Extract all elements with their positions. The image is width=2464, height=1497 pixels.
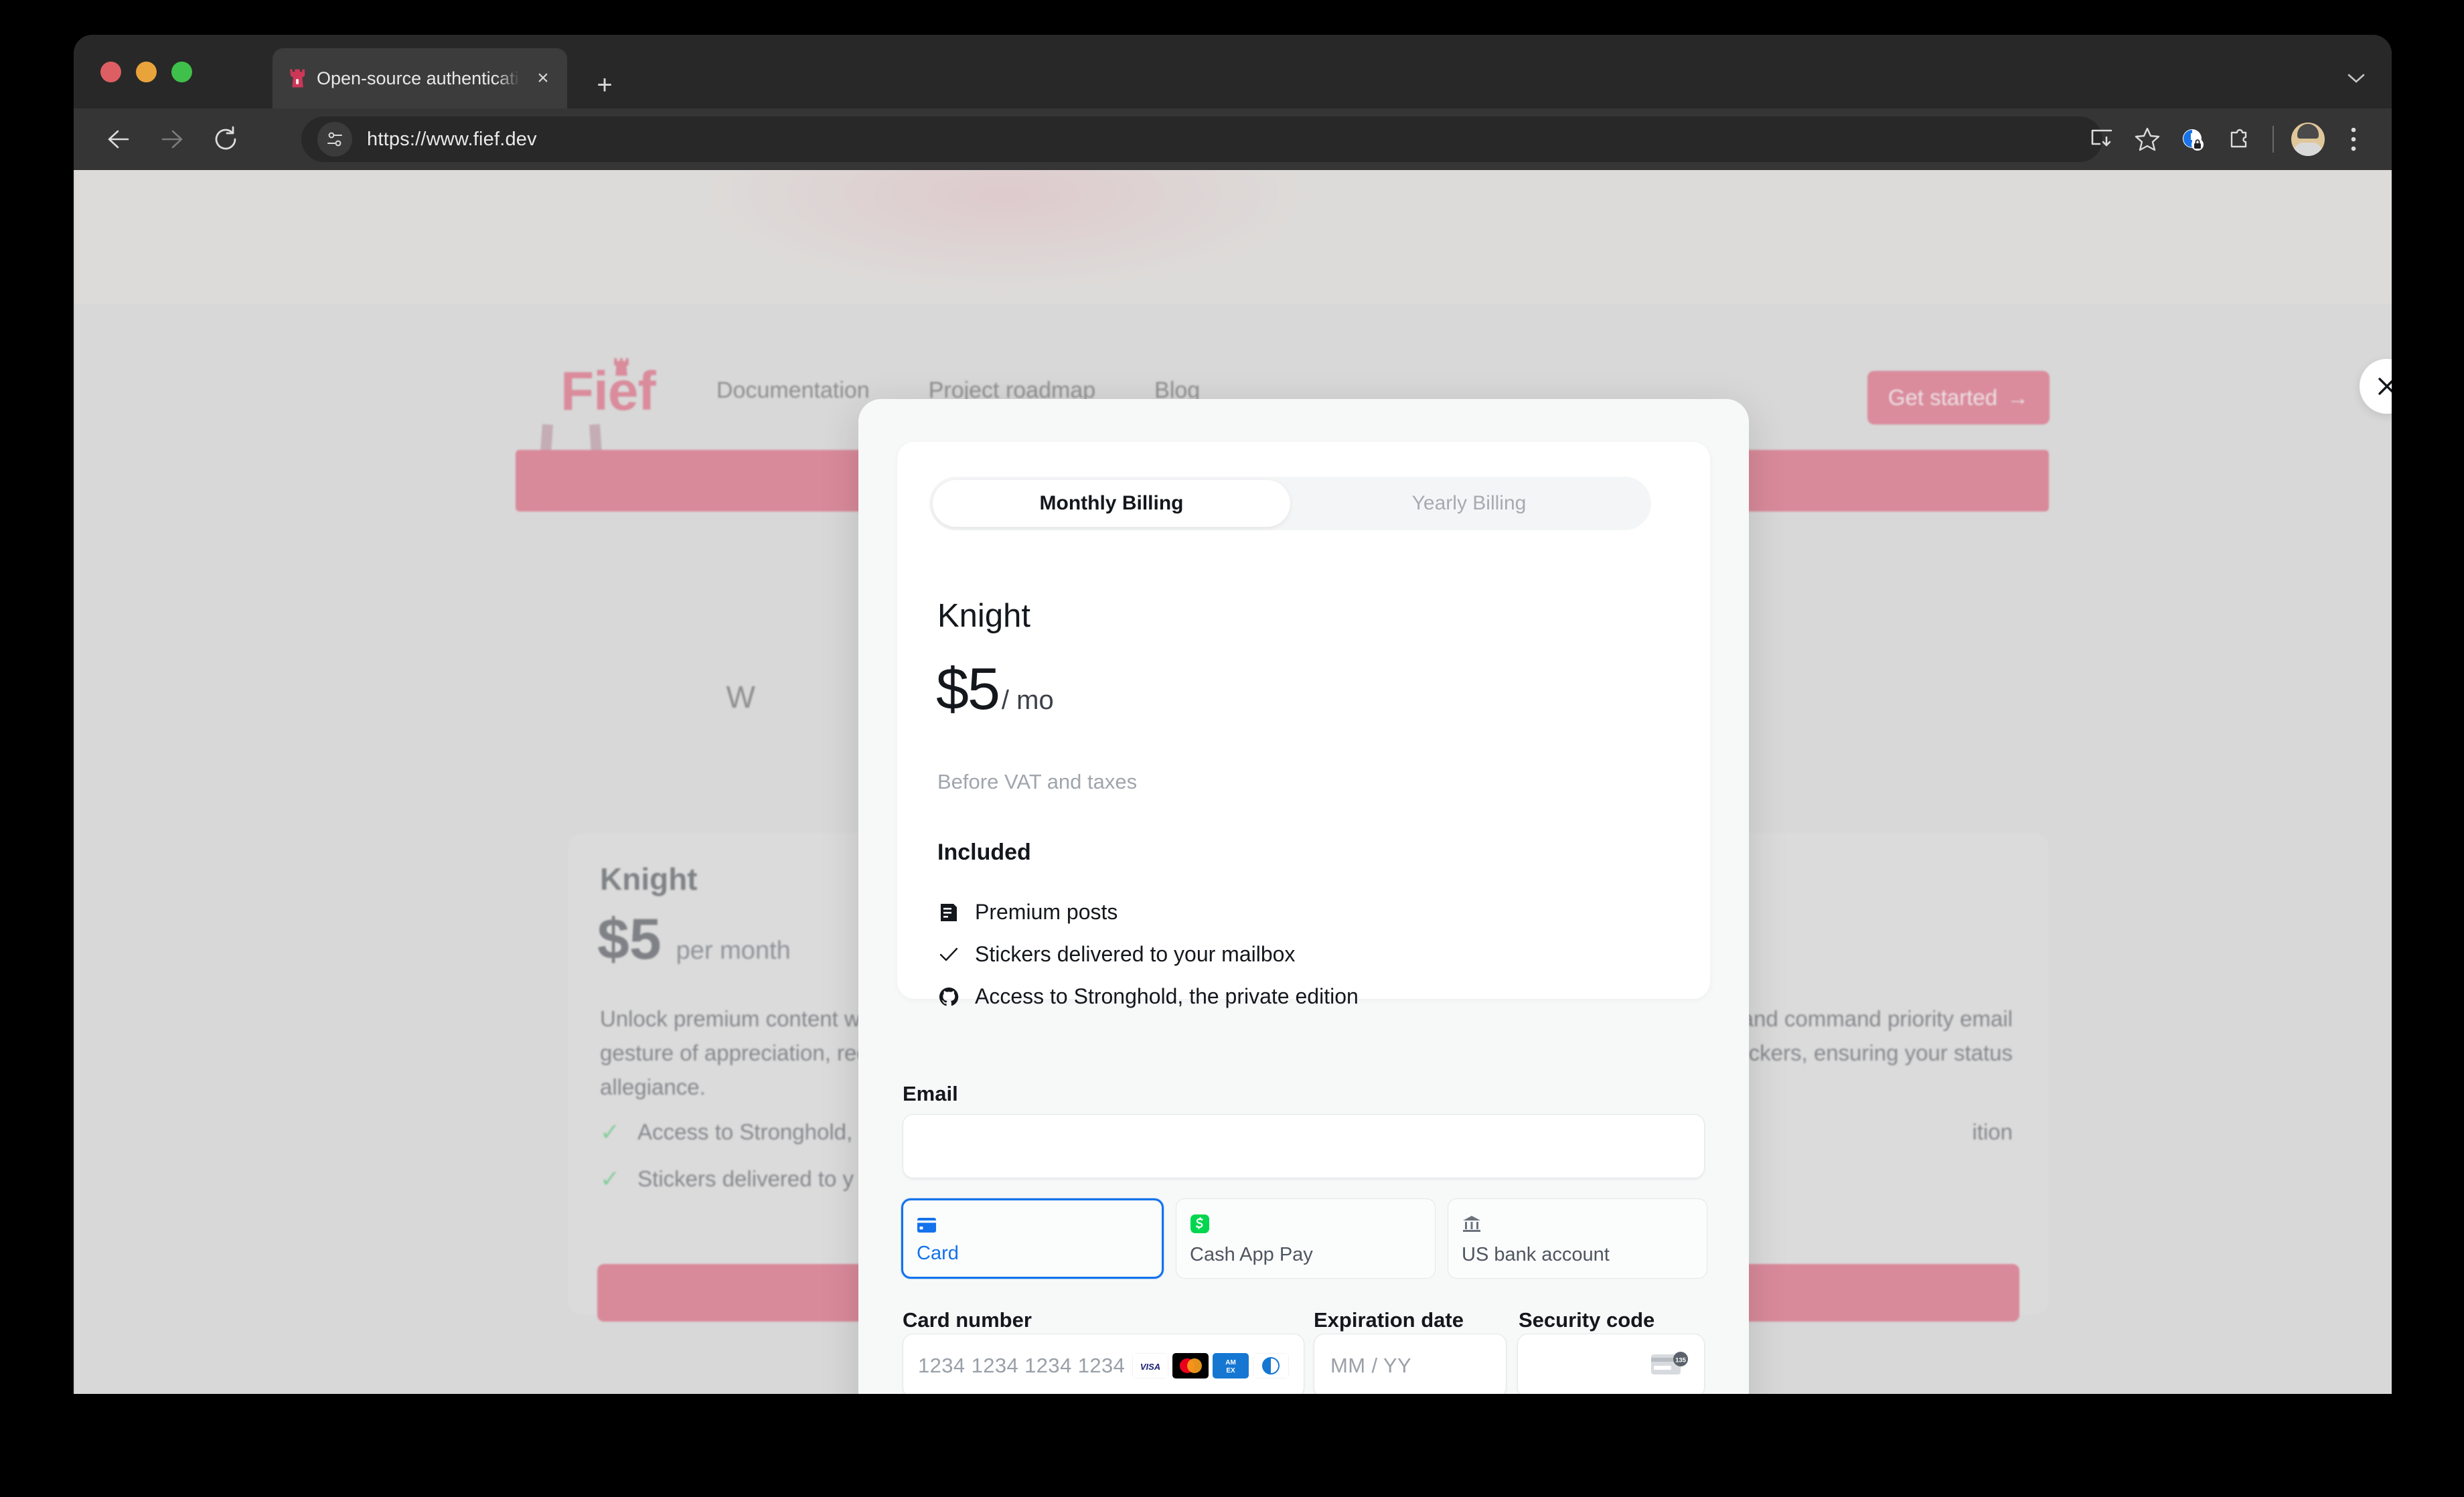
expiration-date-placeholder: MM / YY bbox=[1330, 1354, 1412, 1377]
browser-tab-strip: Open-source authentication p × + bbox=[74, 35, 2392, 108]
svg-text:135: 135 bbox=[1675, 1356, 1687, 1364]
bank-icon bbox=[1462, 1211, 1693, 1237]
modal-price-unit: / mo bbox=[1001, 686, 1054, 715]
card-brand-logos: VISA AM EX bbox=[1132, 1353, 1289, 1378]
install-app-icon[interactable] bbox=[2081, 119, 2123, 160]
card-number-input[interactable]: 1234 1234 1234 1234 VISA AM EX bbox=[903, 1334, 1304, 1394]
minimize-window-button[interactable] bbox=[136, 62, 157, 82]
modal-price: $5 bbox=[936, 655, 1000, 722]
chrome-menu-icon[interactable] bbox=[2333, 119, 2374, 160]
payment-method-cash-app-pay[interactable]: Cash App Pay bbox=[1176, 1198, 1436, 1279]
modal-plan-card: Monthly Billing Yearly Billing Knight $5… bbox=[897, 442, 1710, 1008]
svg-text:EX: EX bbox=[1226, 1367, 1235, 1374]
maximize-window-button[interactable] bbox=[171, 62, 192, 82]
browser-window: Open-source authentication p × + bbox=[74, 35, 2392, 1394]
security-code-label: Security code bbox=[1519, 1308, 1655, 1332]
payment-method-label: US bank account bbox=[1462, 1244, 1610, 1265]
forward-button[interactable] bbox=[151, 119, 193, 160]
toolbar-actions bbox=[2081, 116, 2374, 162]
browser-tab-title: Open-source authentication p bbox=[317, 68, 520, 88]
fief-rook-favicon bbox=[289, 69, 305, 88]
email-field[interactable] bbox=[903, 1114, 1705, 1178]
privacy-lock-icon[interactable] bbox=[2172, 119, 2214, 160]
card-number-label: Card number bbox=[903, 1308, 1032, 1332]
mastercard-logo bbox=[1172, 1353, 1209, 1378]
modal-plan-name: Knight bbox=[937, 598, 1030, 634]
billing-interval-toggle: Monthly Billing Yearly Billing bbox=[929, 477, 1651, 530]
site-settings-icon[interactable] bbox=[317, 122, 352, 157]
payment-method-us-bank-account[interactable]: US bank account bbox=[1448, 1198, 1707, 1279]
payment-method-label: Card bbox=[917, 1243, 959, 1264]
list-item: Access to Stronghold, the private editio… bbox=[937, 984, 1359, 1009]
window-traffic-lights bbox=[100, 62, 192, 82]
tab-yearly-billing[interactable]: Yearly Billing bbox=[1290, 480, 1648, 527]
feature-label: Premium posts bbox=[975, 900, 1118, 924]
new-tab-button[interactable]: + bbox=[589, 70, 620, 100]
payment-method-selector: Card Cash App Pay US bank account bbox=[901, 1198, 1707, 1279]
feature-label: Access to Stronghold, the private editio… bbox=[975, 984, 1359, 1008]
browser-toolbar: https://www.fief.dev bbox=[74, 108, 2392, 170]
modal-feature-list: Premium posts Stickers delivered to your… bbox=[937, 900, 1359, 1009]
included-heading: Included bbox=[937, 840, 1031, 865]
profile-avatar[interactable] bbox=[2291, 123, 2325, 156]
reload-button[interactable] bbox=[205, 119, 246, 160]
visa-logo: VISA bbox=[1132, 1353, 1168, 1378]
tab-close-icon[interactable]: × bbox=[530, 65, 556, 92]
address-bar-url: https://www.fief.dev bbox=[367, 128, 537, 150]
card-number-placeholder: 1234 1234 1234 1234 bbox=[918, 1354, 1126, 1377]
amex-logo: AM EX bbox=[1213, 1353, 1249, 1378]
toolbar-divider bbox=[2273, 126, 2274, 153]
chevron-down-icon[interactable] bbox=[2342, 64, 2370, 92]
cvc-card-icon: 135 bbox=[1650, 1350, 1689, 1382]
address-bar[interactable]: https://www.fief.dev bbox=[301, 116, 2102, 162]
list-item: Stickers delivered to your mailbox bbox=[937, 942, 1359, 967]
premium-post-icon bbox=[937, 901, 960, 924]
browser-tab[interactable]: Open-source authentication p × bbox=[273, 48, 567, 108]
credit-card-icon bbox=[917, 1212, 1148, 1238]
email-label: Email bbox=[903, 1082, 958, 1105]
svg-text:AM: AM bbox=[1225, 1359, 1236, 1366]
payment-method-label: Cash App Pay bbox=[1190, 1244, 1313, 1265]
feature-label: Stickers delivered to your mailbox bbox=[975, 942, 1296, 966]
tab-monthly-billing[interactable]: Monthly Billing bbox=[933, 480, 1290, 527]
close-window-button[interactable] bbox=[100, 62, 121, 82]
github-icon bbox=[937, 986, 960, 1008]
back-button[interactable] bbox=[98, 119, 139, 160]
check-icon bbox=[937, 943, 960, 966]
extensions-puzzle-icon[interactable] bbox=[2218, 119, 2259, 160]
discover-logo bbox=[1253, 1353, 1289, 1378]
security-code-input[interactable]: 135 bbox=[1517, 1334, 1705, 1394]
page-viewport: Fief Documentation Project roadmap Blog … bbox=[74, 170, 2392, 1394]
svg-text:VISA: VISA bbox=[1140, 1362, 1160, 1372]
list-item: Premium posts bbox=[937, 900, 1359, 925]
bookmark-star-icon[interactable] bbox=[2127, 119, 2168, 160]
payment-method-card[interactable]: Card bbox=[901, 1198, 1164, 1279]
modal-price-row: $5 / mo bbox=[936, 655, 1054, 723]
expiration-date-label: Expiration date bbox=[1314, 1308, 1464, 1332]
vat-note: Before VAT and taxes bbox=[937, 770, 1138, 793]
expiration-date-input[interactable]: MM / YY bbox=[1314, 1334, 1507, 1394]
cash-app-icon bbox=[1190, 1211, 1421, 1237]
